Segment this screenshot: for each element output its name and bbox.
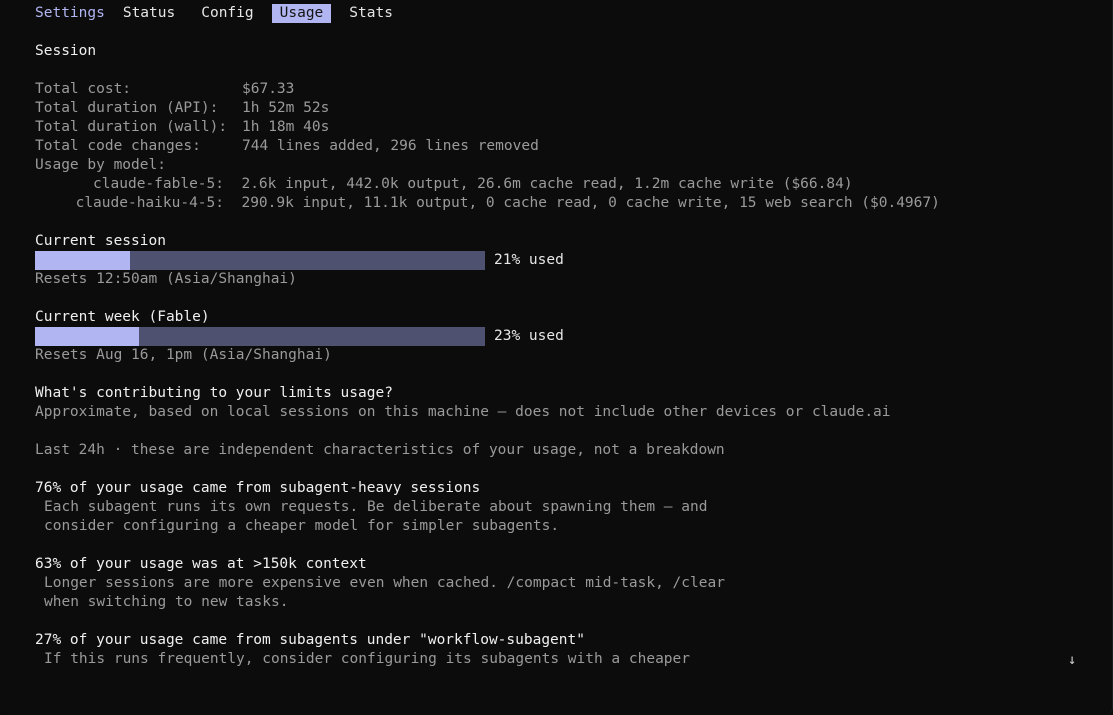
current-session-used-label: 21% used — [494, 252, 564, 268]
insight-title: 76% of your usage came from subagent-hea… — [35, 480, 481, 496]
progress-track — [35, 327, 485, 346]
duration-wall-row: Total duration (wall): 1h 18m 40s — [35, 118, 329, 137]
tab-config[interactable]: Config — [193, 4, 261, 23]
code-changes-value: 744 lines added, 296 lines removed — [242, 138, 539, 154]
current-session-progress: 21% used — [35, 251, 564, 270]
model-name: claude-fable-5: — [93, 176, 224, 192]
current-session-reset: Resets 12:50am (Asia/Shanghai) — [35, 271, 297, 287]
contributing-heading: What's contributing to your limits usage… — [35, 385, 393, 401]
current-session-title: Current session — [35, 233, 166, 249]
code-changes-row: Total code changes: 744 lines added, 296 … — [35, 137, 539, 156]
scroll-down-icon[interactable]: ↓ — [1068, 651, 1076, 670]
insight-line: when switching to new tasks. — [44, 594, 289, 610]
model-detail: 290.9k input, 11.1k output, 0 cache read… — [241, 195, 940, 211]
total-cost-row: Total cost: $67.33 — [35, 80, 294, 99]
insight-title: 63% of your usage was at >150k context — [35, 556, 367, 572]
current-week-used-label: 23% used — [494, 328, 564, 344]
terminal-window: Settings Status Config Usage Stats Sessi… — [0, 0, 1113, 715]
duration-api-label: Total duration (API): — [35, 100, 219, 116]
total-cost-label: Total cost: — [35, 81, 132, 97]
tab-usage[interactable]: Usage — [271, 4, 332, 23]
duration-api-row: Total duration (API): 1h 52m 52s — [35, 99, 329, 118]
insight-title: 27% of your usage came from subagents un… — [35, 632, 585, 648]
session-heading: Session — [35, 43, 97, 59]
model-row-haiku: claude-haiku-4-5: 290.9k input, 11.1k ou… — [35, 194, 940, 213]
insight-line: Each subagent runs its own requests. Be … — [44, 499, 708, 515]
duration-api-value: 1h 52m 52s — [242, 100, 330, 116]
insight-line: If this runs frequently, consider config… — [44, 651, 691, 667]
model-row-fable: claude-fable-5: 2.6k input, 442.0k outpu… — [35, 175, 853, 194]
contributing-subheading: Approximate, based on local sessions on … — [35, 404, 891, 420]
settings-title: Settings — [35, 5, 105, 21]
insight-line: Longer sessions are more expensive even … — [44, 575, 725, 591]
tab-stats[interactable]: Stats — [341, 4, 401, 23]
current-week-reset: Resets Aug 16, 1pm (Asia/Shanghai) — [35, 347, 332, 363]
code-changes-label: Total code changes: — [35, 138, 201, 154]
duration-wall-label: Total duration (wall): — [35, 119, 228, 135]
total-cost-value: $67.33 — [242, 81, 295, 97]
current-week-title: Current week (Fable) — [35, 309, 210, 325]
progress-fill — [35, 251, 130, 270]
duration-wall-value: 1h 18m 40s — [242, 119, 330, 135]
tab-status[interactable]: Status — [123, 4, 183, 23]
progress-track — [35, 251, 485, 270]
period-note: Last 24h · these are independent charact… — [35, 442, 725, 458]
model-detail: 2.6k input, 442.0k output, 26.6m cache r… — [241, 176, 853, 192]
settings-tab-bar: Settings Status Config Usage Stats — [35, 4, 411, 23]
insight-line: consider configuring a cheaper model for… — [44, 518, 560, 534]
model-name: claude-haiku-4-5: — [75, 195, 224, 211]
usage-by-model-label: Usage by model: — [35, 157, 166, 173]
current-week-progress: 23% used — [35, 327, 564, 346]
progress-fill — [35, 327, 139, 346]
